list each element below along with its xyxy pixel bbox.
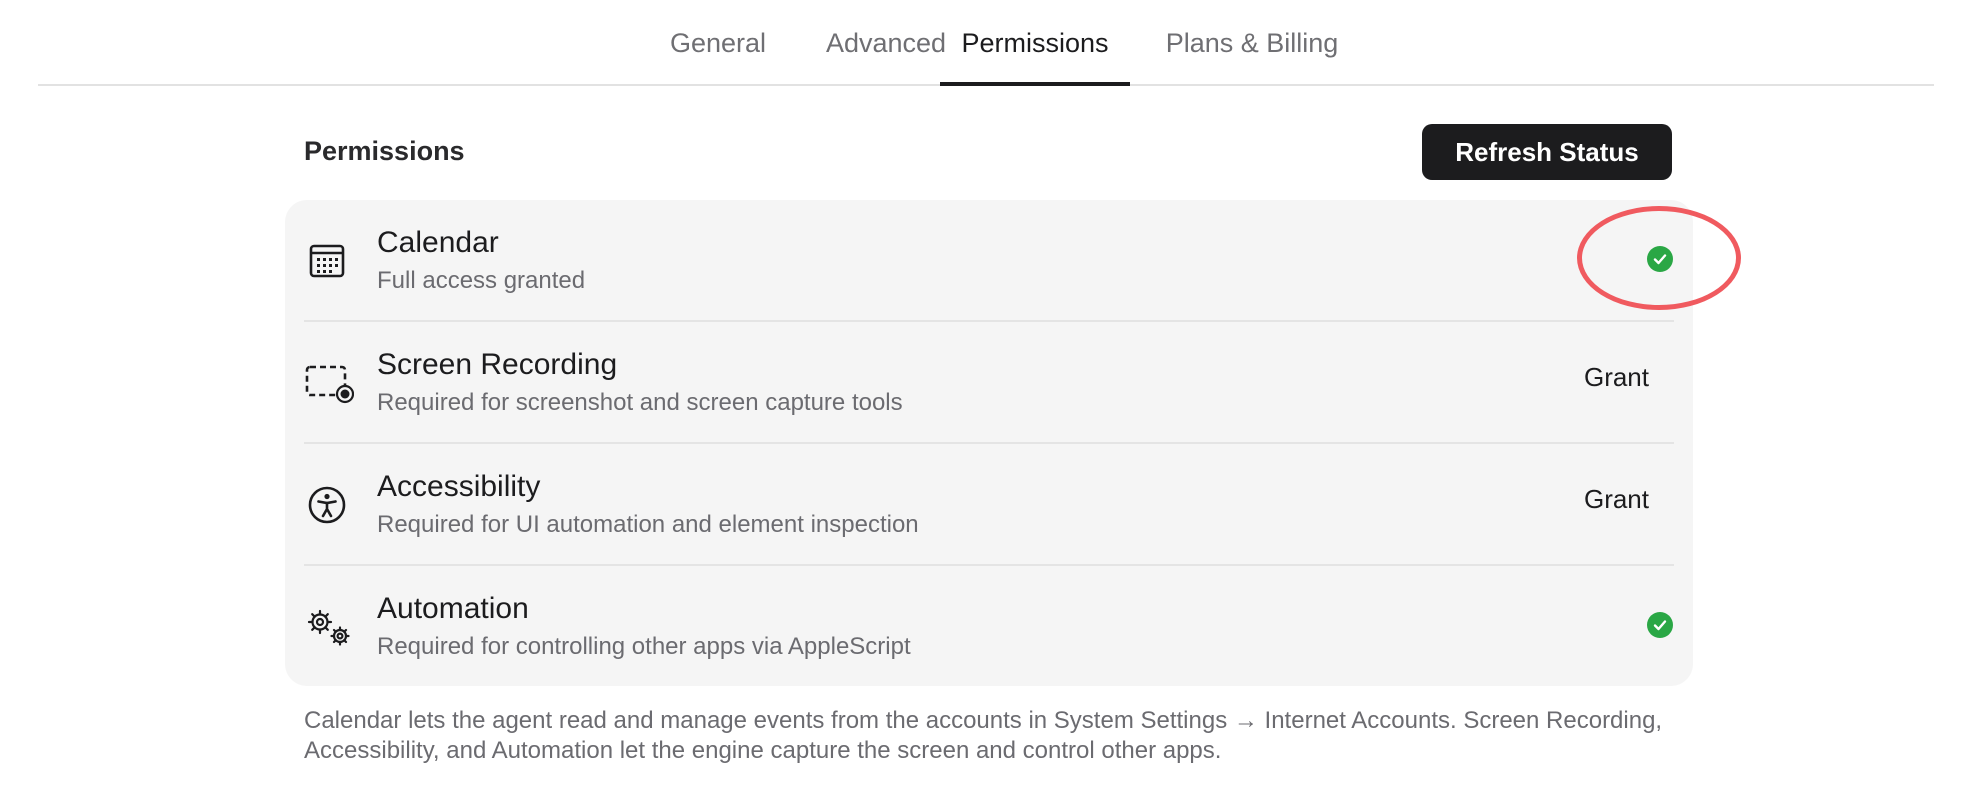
- settings-tab-bar: General Advanced Permissions Plans & Bil…: [38, 0, 1934, 86]
- accessibility-icon: [304, 482, 350, 528]
- permission-row-screen-recording: Screen Recording Required for screenshot…: [285, 322, 1693, 444]
- tab-permissions-label: Permissions: [961, 28, 1109, 58]
- tab-general[interactable]: General: [644, 28, 792, 84]
- grant-screen-recording-button[interactable]: Grant: [1584, 362, 1649, 393]
- gears-icon: [304, 604, 350, 650]
- permission-title: Screen Recording: [377, 348, 618, 381]
- permission-row-calendar: Calendar Full access granted: [285, 200, 1693, 322]
- tab-plans-billing[interactable]: Plans & Billing: [1150, 28, 1354, 84]
- refresh-status-button[interactable]: Refresh Status: [1422, 124, 1672, 180]
- tab-plans-billing-label: Plans & Billing: [1165, 28, 1339, 58]
- granted-check-icon: [1647, 612, 1673, 638]
- tab-permissions[interactable]: Permissions: [940, 28, 1130, 86]
- permission-title: Calendar: [377, 226, 499, 259]
- permissions-footnote: Calendar lets the agent read and manage …: [304, 707, 1663, 764]
- screen-recording-icon: [304, 360, 355, 406]
- permission-title: Automation: [377, 592, 529, 625]
- permission-subtitle: Required for UI automation and element i…: [377, 511, 919, 538]
- section-title: Permissions: [304, 136, 465, 166]
- highlight-annotation-ring: [1577, 206, 1741, 310]
- permission-subtitle: Full access granted: [377, 267, 586, 294]
- permission-row-accessibility: Accessibility Required for UI automation…: [285, 444, 1693, 566]
- permission-subtitle: Required for controlling other apps via …: [377, 633, 911, 660]
- permission-subtitle: Required for screenshot and screen captu…: [377, 389, 903, 416]
- tab-advanced-label: Advanced: [825, 28, 947, 58]
- grant-accessibility-button[interactable]: Grant: [1584, 484, 1649, 515]
- calendar-icon: [304, 238, 350, 284]
- permission-title: Accessibility: [377, 470, 541, 503]
- tab-general-label: General: [669, 28, 767, 58]
- permissions-list: Calendar Full access granted Screen Reco…: [285, 200, 1693, 686]
- permission-row-automation: Automation Required for controlling othe…: [285, 566, 1693, 686]
